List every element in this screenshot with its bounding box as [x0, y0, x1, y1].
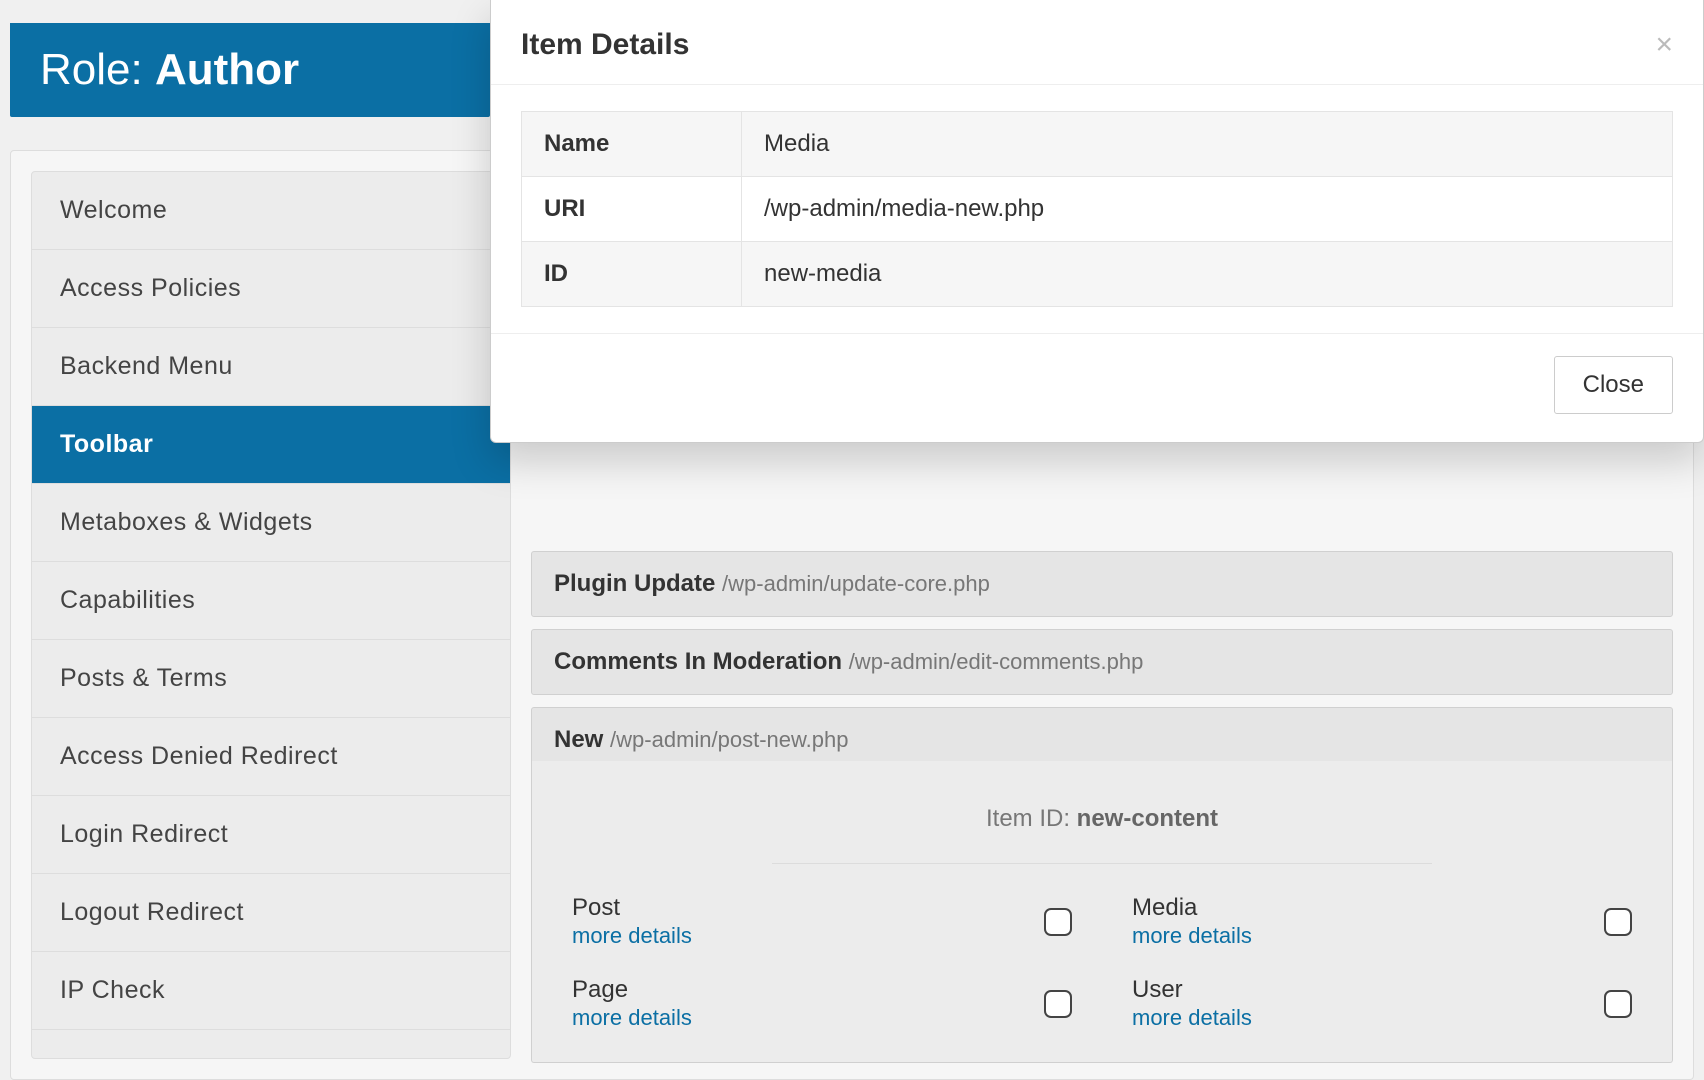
- sub-item-page: Page more details: [572, 976, 1072, 1032]
- close-icon[interactable]: ×: [1655, 28, 1673, 62]
- item-id-value: new-content: [1077, 805, 1218, 832]
- detail-value-name: Media: [742, 112, 1673, 177]
- item-id-line: Item ID: new-content: [772, 791, 1432, 864]
- sidebar-item-toolbar[interactable]: Toolbar: [32, 406, 510, 484]
- detail-value-id: new-media: [742, 242, 1673, 307]
- table-row: ID new-media: [522, 242, 1673, 307]
- item-id-label: Item ID:: [986, 805, 1077, 832]
- sidebar-item-capabilities[interactable]: Capabilities: [32, 562, 510, 640]
- detail-value-uri: /wp-admin/media-new.php: [742, 177, 1673, 242]
- row-title: Plugin Update: [554, 570, 715, 597]
- more-details-link[interactable]: more details: [572, 1005, 692, 1030]
- row-path: /wp-admin/edit-comments.php: [849, 649, 1144, 674]
- modal-footer: Close: [491, 333, 1703, 442]
- modal-body: Name Media URI /wp-admin/media-new.php I…: [491, 85, 1703, 333]
- row-path: /wp-admin/update-core.php: [722, 571, 990, 596]
- detail-label-name: Name: [522, 112, 742, 177]
- more-details-link[interactable]: more details: [1132, 1005, 1252, 1030]
- sidebar-item-access-policies[interactable]: Access Policies: [32, 250, 510, 328]
- sub-item-name: User: [1132, 976, 1252, 1004]
- sub-items-grid: Post more details Media more details Pag…: [572, 894, 1632, 1032]
- row-title: Comments In Moderation: [554, 648, 842, 675]
- toolbar-row-comments-moderation[interactable]: Comments In Moderation /wp-admin/edit-co…: [531, 629, 1673, 695]
- row-title: New: [554, 726, 603, 753]
- detail-label-id: ID: [522, 242, 742, 307]
- sidebar-item-ip-check[interactable]: IP Check: [32, 952, 510, 1030]
- sidebar-item-posts-terms[interactable]: Posts & Terms: [32, 640, 510, 718]
- sub-item-name: Media: [1132, 894, 1252, 922]
- checkbox-media[interactable]: [1604, 908, 1632, 936]
- table-row: Name Media: [522, 112, 1673, 177]
- sidebar-item-metaboxes-widgets[interactable]: Metaboxes & Widgets: [32, 484, 510, 562]
- modal-title: Item Details: [521, 28, 689, 62]
- sidebar-item-backend-menu[interactable]: Backend Menu: [32, 328, 510, 406]
- close-button[interactable]: Close: [1554, 356, 1673, 414]
- sidebar-item-welcome[interactable]: Welcome: [32, 172, 510, 250]
- sidebar-item-logout-redirect[interactable]: Logout Redirect: [32, 874, 510, 952]
- page-title-prefix: Role:: [40, 45, 155, 94]
- modal-header: Item Details ×: [491, 0, 1703, 85]
- table-row: URI /wp-admin/media-new.php: [522, 177, 1673, 242]
- checkbox-page[interactable]: [1044, 990, 1072, 1018]
- sub-item-post: Post more details: [572, 894, 1072, 950]
- sub-item-name: Page: [572, 976, 692, 1004]
- sidebar-item-access-denied-redirect[interactable]: Access Denied Redirect: [32, 718, 510, 796]
- sidebar: Welcome Access Policies Backend Menu Too…: [31, 171, 511, 1059]
- row-path: /wp-admin/post-new.php: [610, 727, 848, 752]
- sub-item-user: User more details: [1132, 976, 1632, 1032]
- sub-item-name: Post: [572, 894, 692, 922]
- item-details-table: Name Media URI /wp-admin/media-new.php I…: [521, 111, 1673, 307]
- more-details-link[interactable]: more details: [572, 923, 692, 948]
- sidebar-item-login-redirect[interactable]: Login Redirect: [32, 796, 510, 874]
- detail-label-uri: URI: [522, 177, 742, 242]
- page-title: Role: Author: [10, 23, 490, 117]
- toolbar-row-plugin-update[interactable]: Plugin Update /wp-admin/update-core.php: [531, 551, 1673, 617]
- page-title-role: Author: [155, 45, 299, 94]
- sub-panel-new-content: Item ID: new-content Post more details M…: [531, 761, 1673, 1063]
- checkbox-post[interactable]: [1044, 908, 1072, 936]
- checkbox-user[interactable]: [1604, 990, 1632, 1018]
- item-details-modal: Item Details × Name Media URI /wp-admin/…: [490, 0, 1704, 443]
- more-details-link[interactable]: more details: [1132, 923, 1252, 948]
- sub-item-media: Media more details: [1132, 894, 1632, 950]
